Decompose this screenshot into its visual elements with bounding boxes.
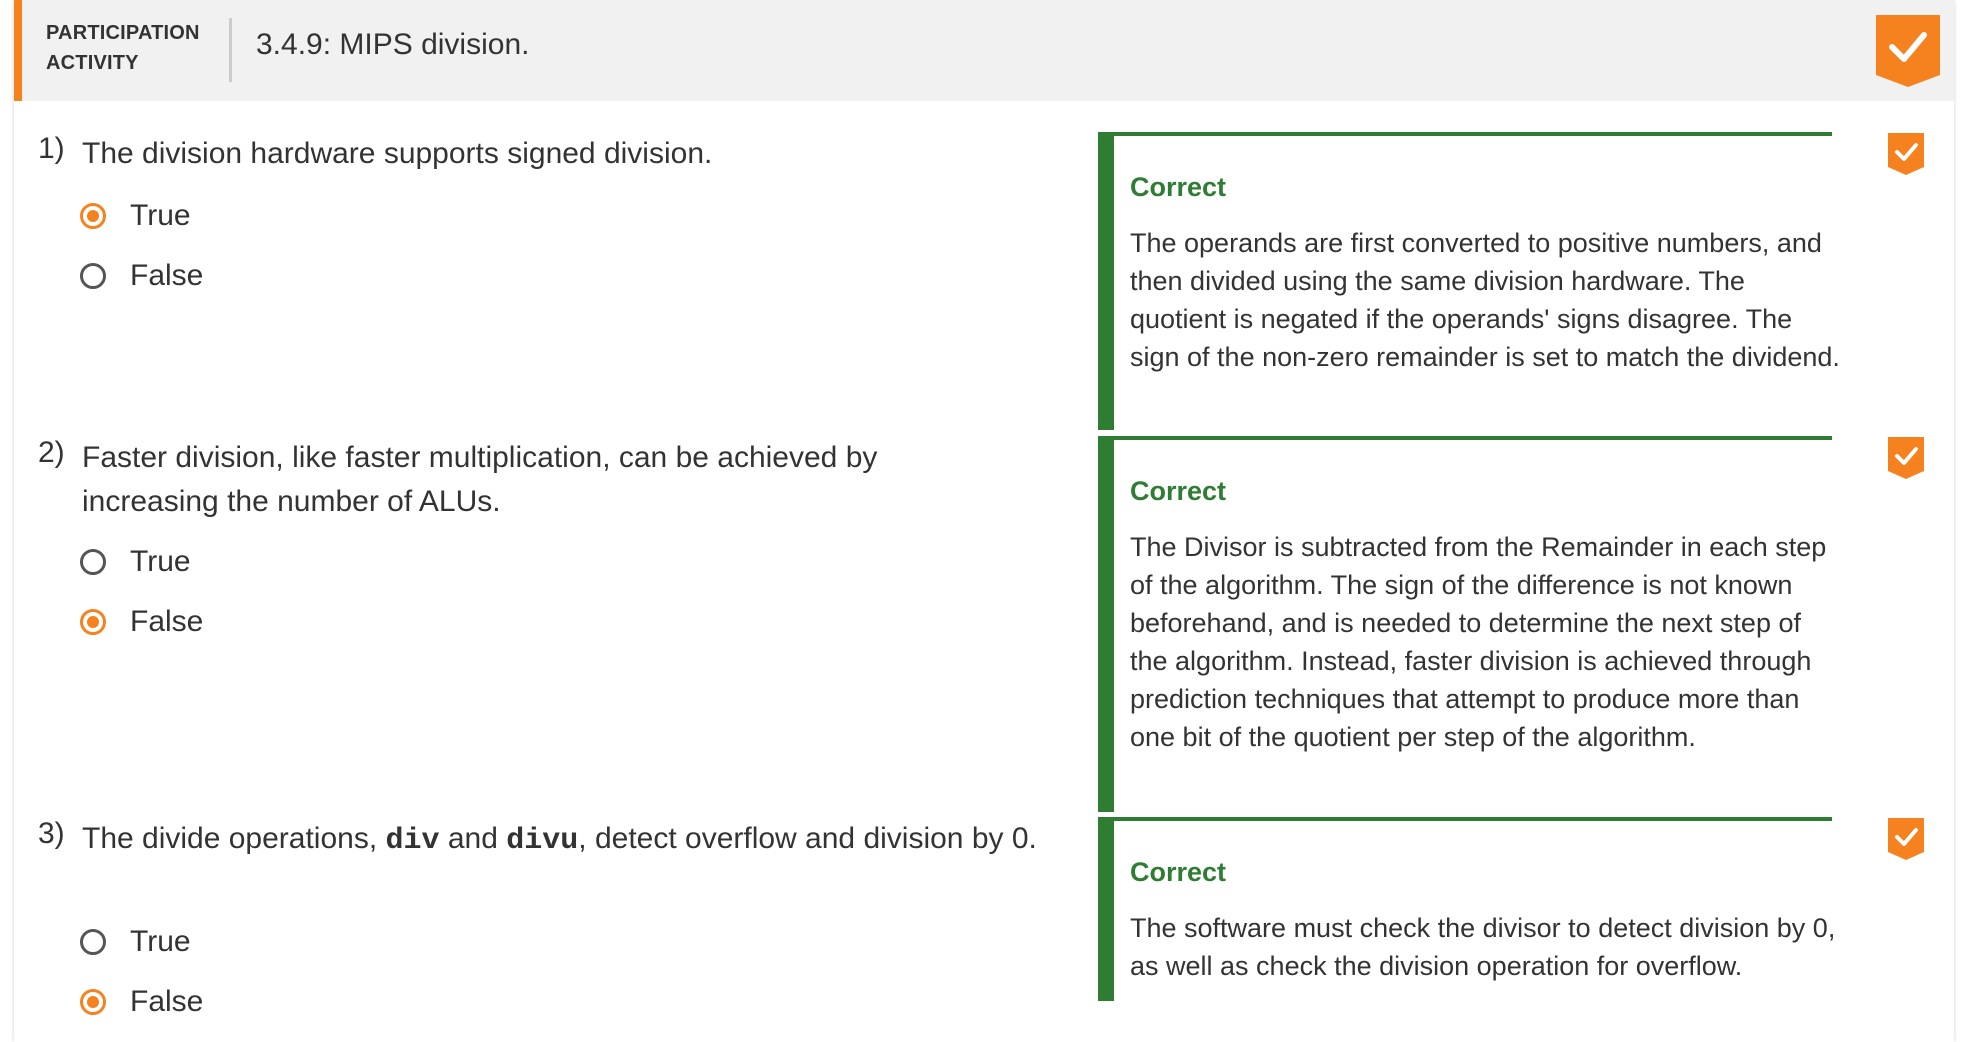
feedback-explanation: The operands are first converted to posi… <box>1130 228 1840 372</box>
radio-selected-icon[interactable] <box>80 989 106 1015</box>
header-divider <box>229 18 232 82</box>
participation-activity-label: PARTICIPATION ACTIVITY <box>46 18 200 78</box>
q3-option-true[interactable]: True <box>80 922 191 962</box>
radio-unselected-icon[interactable] <box>80 929 106 955</box>
q3-correct-checkmark-icon <box>1888 818 1924 860</box>
question-text: Faster division, like faster multiplicat… <box>82 441 878 518</box>
q2-correct-checkmark-icon <box>1888 437 1924 479</box>
label-line-2: ACTIVITY <box>46 52 139 74</box>
completion-banner-checkmark-icon <box>1876 15 1940 87</box>
q3-option-false[interactable]: False <box>80 982 203 1022</box>
question-text-part: The divide operations, <box>82 822 386 855</box>
q1-option-true[interactable]: True <box>80 196 191 236</box>
radio-selected-icon[interactable] <box>80 609 106 635</box>
q1-feedback-panel: Correct The operands are first converted… <box>1098 132 1840 430</box>
option-label: False <box>130 259 204 292</box>
feedback-status: Correct <box>1130 476 1227 506</box>
radio-selected-icon[interactable] <box>80 203 106 229</box>
option-label: True <box>130 925 191 958</box>
option-label: True <box>130 545 191 578</box>
code-divu: divu <box>506 824 579 858</box>
q2-option-false[interactable]: False <box>80 602 203 642</box>
question-number: 3) <box>38 817 65 850</box>
question-number: 2) <box>38 436 65 469</box>
question-text-part: , detect overflow and division by 0. <box>578 822 1037 855</box>
question-number: 1) <box>38 132 65 165</box>
feedback-status: Correct <box>1130 857 1227 887</box>
feedback-status: Correct <box>1130 172 1227 202</box>
feedback-explanation: The Divisor is subtracted from the Remai… <box>1130 532 1827 752</box>
q2-feedback-panel: Correct The Divisor is subtracted from t… <box>1098 436 1832 812</box>
option-label: True <box>130 199 191 232</box>
code-div: div <box>385 824 440 858</box>
question-text: The division hardware supports signed di… <box>82 137 713 170</box>
question-text: The divide operations, div and divu, det… <box>82 817 1082 863</box>
feedback-explanation: The software must check the divisor to d… <box>1130 913 1836 981</box>
activity-title: 3.4.9: MIPS division. <box>256 28 530 61</box>
radio-unselected-icon[interactable] <box>80 263 106 289</box>
q1-option-false[interactable]: False <box>80 256 203 296</box>
q1-correct-checkmark-icon <box>1888 133 1924 175</box>
option-label: False <box>130 605 204 638</box>
question-text-part: and <box>439 822 507 855</box>
radio-unselected-icon[interactable] <box>80 549 106 575</box>
option-label: False <box>130 985 204 1018</box>
activity-header: PARTICIPATION ACTIVITY 3.4.9: MIPS divis… <box>14 0 1954 101</box>
q2-option-true[interactable]: True <box>80 542 191 582</box>
label-line-1: PARTICIPATION <box>46 22 200 44</box>
q3-feedback-panel: Correct The software must check the divi… <box>1098 817 1835 1001</box>
